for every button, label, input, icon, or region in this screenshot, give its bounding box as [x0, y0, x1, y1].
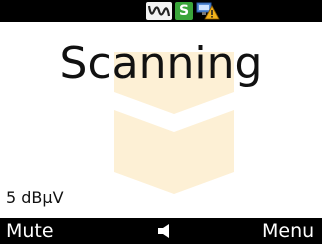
mute-softkey[interactable]: Mute: [6, 220, 54, 242]
network-warning-icon: [196, 2, 220, 20]
s-icon: S: [175, 2, 193, 20]
main-display: Scanning 5 dBμV: [0, 22, 322, 218]
wave-icon: [146, 2, 172, 20]
signal-level: 5 dBμV: [6, 188, 64, 207]
status-bar: S: [0, 0, 322, 22]
speaker-icon[interactable]: [157, 224, 175, 238]
status-icons: S: [146, 2, 220, 20]
menu-softkey[interactable]: Menu: [262, 220, 314, 242]
scanning-title: Scanning: [59, 38, 263, 89]
softkey-bar: Mute Menu: [0, 218, 322, 244]
